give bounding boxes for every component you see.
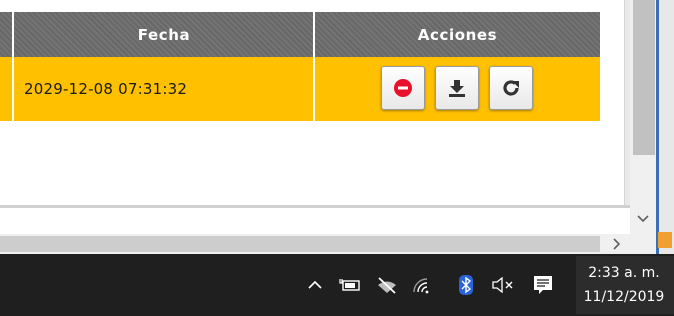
screen: Fecha Acciones 2029-12-08 07:31:32 2:33 … [0, 0, 674, 316]
cell-separator [12, 57, 14, 121]
volume-muted-icon[interactable] [486, 254, 520, 316]
clock-time: 2:33 a. m. [588, 265, 660, 281]
vertical-scroll-thumb[interactable] [633, 0, 655, 155]
notification-icon[interactable] [528, 254, 558, 316]
stop-icon [394, 79, 412, 97]
column-header-acciones: Acciones [417, 25, 498, 44]
wifi-icon[interactable] [406, 254, 436, 316]
taskbar-clock[interactable]: 2:33 a. m. 11/12/2019 [574, 256, 674, 314]
scroll-down-arrow-icon[interactable] [630, 204, 656, 234]
refresh-button[interactable] [489, 66, 533, 110]
battery-icon[interactable] [336, 254, 364, 316]
network-off-icon[interactable] [372, 254, 402, 316]
bluetooth-icon[interactable] [454, 254, 478, 316]
horizontal-scroll-thumb[interactable] [0, 236, 600, 252]
column-header-fecha[interactable]: Fecha [14, 12, 314, 57]
download-icon [449, 80, 465, 97]
scroll-right-arrow-icon[interactable] [604, 234, 630, 254]
table-header: Fecha Acciones [0, 12, 600, 57]
cell-fecha: 2029-12-08 07:31:32 [24, 80, 188, 98]
side-panel-tab [658, 232, 672, 248]
refresh-icon [503, 80, 519, 96]
clock-date: 11/12/2019 [583, 289, 665, 305]
chevron-up-icon[interactable] [302, 254, 328, 316]
window-edge-accent [656, 0, 659, 254]
download-button[interactable] [435, 66, 479, 110]
table-row[interactable]: 2029-12-08 07:31:32 [0, 57, 600, 121]
stop-button[interactable] [381, 66, 425, 110]
content-frame-bottom [0, 205, 630, 208]
cell-separator [313, 57, 315, 121]
